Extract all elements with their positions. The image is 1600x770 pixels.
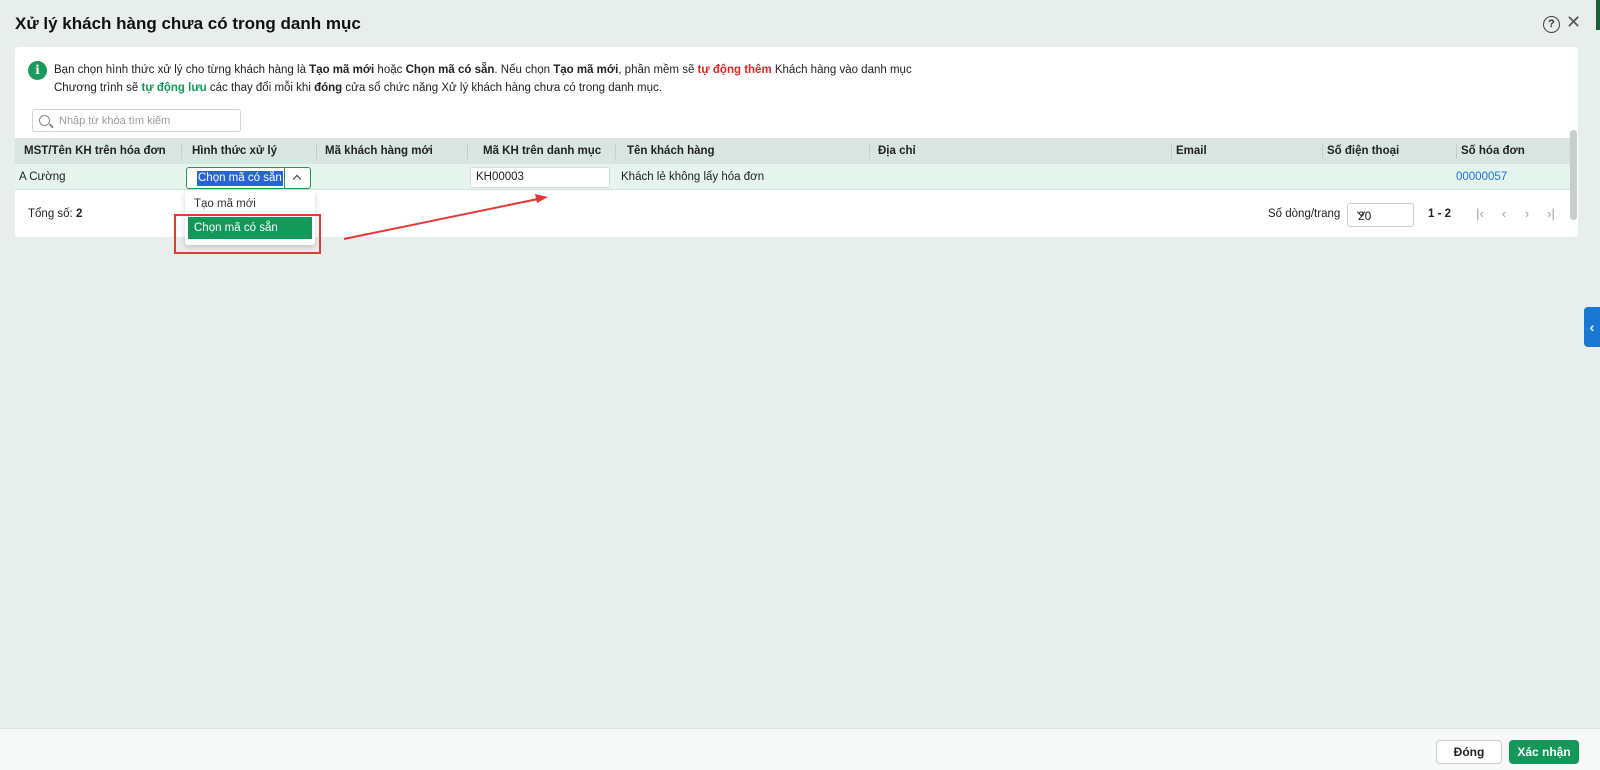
- catalog-code-value: KH00003: [476, 171, 524, 183]
- column-divider[interactable]: [1456, 143, 1457, 159]
- first-page-icon[interactable]: |‹: [1471, 205, 1489, 223]
- info-note-segment: cửa sổ chức năng Xử lý khách hàng chưa c…: [342, 82, 662, 94]
- cell-mst-name: A Cường: [19, 171, 66, 183]
- method-select-value[interactable]: Chọn mã có sẵn: [197, 171, 283, 186]
- info-note-segment: Chọn mã có sẵn: [405, 64, 495, 76]
- invoice-number-link[interactable]: 00000057: [1456, 164, 1507, 190]
- column-divider[interactable]: [181, 143, 182, 159]
- chevron-up-icon: [292, 174, 302, 184]
- dropdown-option-create-new[interactable]: Tạo mã mới: [188, 193, 312, 215]
- rows-per-page-select[interactable]: 20: [1347, 203, 1414, 227]
- info-note-segment: Chương trình sẽ: [54, 82, 142, 94]
- column-header-address[interactable]: Địa chỉ: [878, 138, 916, 164]
- column-divider[interactable]: [869, 143, 870, 159]
- table-header: MST/Tên KH trên hóa đơn Hình thức xử lý …: [15, 138, 1572, 164]
- info-note-segment: tự động thêm: [697, 64, 772, 76]
- search-icon: [39, 115, 50, 126]
- column-header-email[interactable]: Email: [1176, 138, 1207, 164]
- next-page-icon[interactable]: ›: [1518, 205, 1536, 223]
- prev-page-icon[interactable]: ‹: [1495, 205, 1513, 223]
- column-header-mst[interactable]: MST/Tên KH trên hóa đơn: [24, 138, 166, 164]
- info-note-segment: , phần mềm sẽ: [618, 64, 698, 76]
- cell-customer-name: Khách lẻ không lấy hóa đơn: [621, 171, 765, 183]
- column-divider[interactable]: [1171, 143, 1172, 159]
- method-select-toggle[interactable]: [284, 168, 310, 188]
- info-note-segment: Khách hàng vào danh mục: [771, 64, 912, 76]
- page-range: 1 - 2: [1428, 208, 1452, 220]
- total-label: Tổng số:: [28, 208, 73, 220]
- total-count: Tổng số: 2: [28, 208, 82, 220]
- rows-per-page-label: Số dòng/trang: [1268, 208, 1341, 220]
- info-note-segment: Bạn chọn hình thức xử lý cho từng khách …: [54, 64, 310, 76]
- last-page-icon[interactable]: ›|: [1542, 205, 1560, 223]
- search-input[interactable]: [59, 113, 234, 128]
- dialog-footer: Đóng Xác nhận: [0, 728, 1600, 770]
- column-divider[interactable]: [615, 143, 616, 159]
- column-divider[interactable]: [1322, 143, 1323, 159]
- confirm-button[interactable]: Xác nhận: [1509, 740, 1579, 764]
- window-edge-accent: [1596, 0, 1600, 30]
- info-note-segment: Tạo mã mới: [553, 64, 619, 76]
- catalog-code-input[interactable]: KH00003: [470, 167, 610, 188]
- column-header-invoice[interactable]: Số hóa đơn: [1461, 138, 1525, 164]
- column-header-catalog-code[interactable]: Mã KH trên danh mục: [483, 138, 601, 164]
- vertical-scrollbar[interactable]: [1570, 130, 1577, 220]
- info-note-line-1: Bạn chọn hình thức xử lý cho từng khách …: [54, 64, 912, 76]
- info-note-segment: đóng: [314, 82, 343, 94]
- info-note-segment: Tạo mã mới: [309, 64, 375, 76]
- table-row[interactable]: A Cường Chọn mã có sẵn KH00003 Khách lẻ …: [15, 164, 1572, 190]
- info-icon: i: [28, 61, 47, 80]
- close-button[interactable]: Đóng: [1436, 740, 1502, 764]
- column-divider[interactable]: [467, 143, 468, 159]
- column-divider[interactable]: [316, 143, 317, 159]
- column-header-customer-name[interactable]: Tên khách hàng: [627, 138, 715, 164]
- info-note-line-2: Chương trình sẽ tự động lưu các thay đổi…: [54, 82, 662, 94]
- column-header-new-code[interactable]: Mã khách hàng mới: [325, 138, 433, 164]
- content-panel: i Bạn chọn hình thức xử lý cho từng khác…: [15, 47, 1578, 245]
- search-box[interactable]: [32, 109, 241, 132]
- total-value: 2: [75, 208, 83, 220]
- column-header-method[interactable]: Hình thức xử lý: [192, 138, 277, 164]
- close-icon[interactable]: ✕: [1566, 13, 1581, 31]
- info-note-segment: tự động lưu: [141, 82, 207, 94]
- annotation-highlight-box: [174, 214, 321, 254]
- side-panel-toggle[interactable]: ‹: [1584, 307, 1600, 347]
- help-icon[interactable]: ?: [1543, 16, 1560, 33]
- method-select[interactable]: Chọn mã có sẵn: [186, 167, 311, 189]
- info-note-segment: các thay đổi mỗi khi: [206, 82, 315, 94]
- column-header-phone[interactable]: Số điện thoại: [1327, 138, 1399, 164]
- info-note-segment: . Nếu chọn: [494, 64, 554, 76]
- info-note-segment: hoặc: [374, 64, 406, 76]
- dialog-title: Xử lý khách hàng chưa có trong danh mục: [15, 14, 361, 33]
